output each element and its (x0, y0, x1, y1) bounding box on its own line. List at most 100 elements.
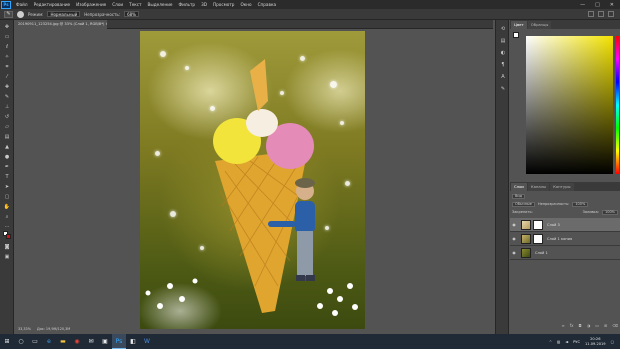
brush-tool-preset-icon[interactable]: ✎ (4, 10, 13, 18)
network-icon[interactable]: ▥ (557, 340, 560, 344)
adjustments-panel-icon[interactable]: ◐ (499, 50, 507, 57)
delete-layer-icon[interactable]: ⌫ (612, 323, 618, 328)
gradient-tool-icon[interactable]: ▤ (3, 134, 11, 140)
maximize-button[interactable]: □ (595, 2, 600, 8)
menu-type[interactable]: Текст (126, 2, 144, 7)
menu-filter[interactable]: Фильтр (176, 2, 199, 7)
word-icon[interactable]: W (140, 334, 154, 349)
layer-filter-row: Вид (512, 193, 618, 199)
search-icon[interactable] (588, 11, 594, 17)
layer-row-sloy-1[interactable]: ◉ Слой 1 (510, 246, 620, 260)
brush-size-icon[interactable] (17, 10, 24, 18)
layer-opacity-field[interactable]: 100% (572, 201, 589, 207)
menu-image[interactable]: Изображение (73, 2, 109, 7)
blend-mode-select[interactable]: Обычные (512, 201, 535, 207)
language-indicator[interactable]: РУС (573, 340, 580, 344)
store-icon[interactable]: ▣ (98, 334, 112, 349)
menu-window[interactable]: Окно (237, 2, 254, 7)
visibility-eye-icon[interactable]: ◉ (510, 236, 518, 241)
adjustment-layer-icon[interactable]: ◑ (587, 323, 591, 328)
start-icon[interactable]: ⊞ (0, 334, 14, 349)
menu-edit[interactable]: Редактирование (31, 2, 74, 7)
healing-brush-tool-icon[interactable]: ✚ (3, 84, 11, 90)
blur-tool-icon[interactable]: ▲ (3, 144, 11, 150)
document-tab[interactable]: 20190911_123254.jpg @ 33% (Слой 1, RGB/8… (15, 20, 107, 29)
app-icon[interactable]: ◧ (126, 334, 140, 349)
volume-icon[interactable]: ◄ (565, 340, 568, 344)
more-tools-icon[interactable]: … (3, 223, 11, 229)
mail-icon[interactable]: ✉ (84, 334, 98, 349)
background-color-swatch[interactable] (6, 234, 11, 239)
layer-mask-thumbnail[interactable] (533, 219, 543, 230)
status-bar: 33,33% Док: 19,9M/120,3M (15, 326, 145, 332)
clock[interactable]: 20:26 11.09.2019 (585, 337, 606, 346)
workspace-icon[interactable] (598, 11, 604, 17)
brush-settings-panel-icon[interactable]: ✎ (499, 86, 507, 93)
explorer-icon[interactable]: ▬ (56, 334, 70, 349)
opacity-field[interactable]: 68% (124, 11, 139, 17)
color-panel-fg-swatch[interactable] (513, 32, 519, 38)
chrome-icon[interactable]: ◉ (70, 334, 84, 349)
crop-tool-icon[interactable]: ⌗ (3, 64, 11, 70)
path-selection-tool-icon[interactable]: ➤ (3, 184, 11, 190)
move-tool-icon[interactable]: ✥ (3, 24, 11, 30)
task-view-icon[interactable]: ▭ (28, 334, 42, 349)
new-layer-icon[interactable]: ⊞ (604, 323, 607, 328)
paragraph-panel-icon[interactable]: ¶ (499, 62, 507, 69)
pen-tool-icon[interactable]: ✒ (3, 164, 11, 170)
layer-mask-thumbnail[interactable] (533, 233, 543, 244)
tab-swatches[interactable]: Образцы (527, 21, 552, 29)
layer-style-icon[interactable]: fx (570, 323, 574, 328)
clone-stamp-tool-icon[interactable]: ⊥ (3, 104, 11, 110)
zoom-tool-icon[interactable]: ⌕ (3, 214, 11, 220)
dodge-tool-icon[interactable]: ● (3, 154, 11, 160)
character-panel-icon[interactable]: A (499, 74, 507, 81)
tab-channels[interactable]: Каналы (527, 183, 550, 191)
search-icon[interactable]: ○ (14, 334, 28, 349)
quick-mask-icon[interactable]: ◙ (3, 244, 11, 250)
menu-view[interactable]: Просмотр (210, 2, 238, 7)
history-panel-icon[interactable]: ⟲ (499, 26, 507, 33)
hand-tool-icon[interactable]: ✋ (3, 204, 11, 210)
add-mask-icon[interactable]: ◘ (579, 323, 582, 328)
quick-select-tool-icon[interactable]: ✧ (3, 54, 11, 60)
layer-row-sloy-1-kopiya[interactable]: ◉ Слой 1 копия (510, 232, 620, 246)
notifications-icon[interactable]: ▢ (611, 340, 614, 344)
eyedropper-tool-icon[interactable]: ⁄ (3, 74, 11, 80)
brush-tool-icon[interactable]: ✎ (3, 94, 11, 100)
menu-help[interactable]: Справка (255, 2, 279, 7)
close-button[interactable]: ✕ (610, 2, 614, 8)
eraser-tool-icon[interactable]: ▱ (3, 124, 11, 130)
menu-select[interactable]: Выделение (145, 2, 176, 7)
screen-mode-icon[interactable]: ▣ (3, 254, 11, 260)
menu-3d[interactable]: 3D (198, 2, 210, 7)
tray-chevron-icon[interactable]: ^ (549, 340, 552, 344)
link-layers-icon[interactable]: ∞ (561, 323, 564, 328)
layer-kind-filter[interactable]: Вид (512, 193, 526, 199)
edge-icon[interactable]: e (42, 334, 56, 349)
history-brush-tool-icon[interactable]: ↺ (3, 114, 11, 120)
hue-slider[interactable] (616, 36, 619, 174)
visibility-eye-icon[interactable]: ◉ (510, 222, 518, 227)
menu-layer[interactable]: Слои (109, 2, 126, 7)
lasso-tool-icon[interactable]: ℓ (3, 44, 11, 50)
new-group-icon[interactable]: ▭ (595, 323, 599, 328)
photoshop-taskbar-icon[interactable]: Ps (112, 334, 126, 349)
marquee-tool-icon[interactable]: ▭ (3, 34, 11, 40)
menu-file[interactable]: Файл (13, 2, 31, 7)
fill-field[interactable]: 100% (601, 209, 618, 215)
share-icon[interactable] (608, 11, 614, 17)
layer-row-sloy-3[interactable]: ◉ Слой 3 (510, 218, 620, 232)
shape-tool-icon[interactable]: ▢ (3, 194, 11, 200)
document-image[interactable] (140, 31, 365, 329)
zoom-level[interactable]: 33,33% (18, 327, 31, 331)
mode-select[interactable]: Нормальный (47, 11, 81, 17)
minimize-button[interactable]: — (580, 2, 585, 8)
color-field-picker[interactable] (526, 36, 613, 174)
type-tool-icon[interactable]: T (3, 174, 11, 180)
properties-panel-icon[interactable]: ▤ (499, 38, 507, 45)
tab-paths[interactable]: Контуры (550, 183, 574, 191)
tab-layers[interactable]: Слои (511, 183, 527, 191)
tab-color[interactable]: Цвет (511, 21, 527, 29)
visibility-eye-icon[interactable]: ◉ (510, 250, 518, 255)
